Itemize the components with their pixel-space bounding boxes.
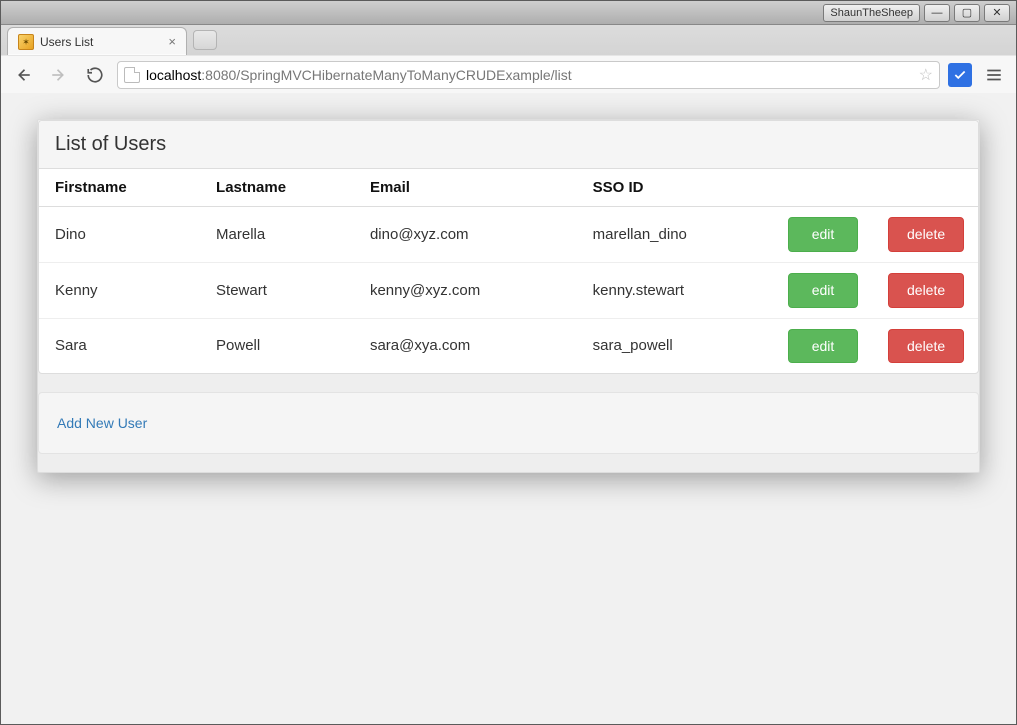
browser-chrome: ✶ Users List × localhost:8080/SpringMVCH…	[1, 25, 1016, 94]
page-viewport[interactable]: List of Users Firstname Lastname Email S…	[1, 93, 1016, 724]
address-bar[interactable]: localhost:8080/SpringMVCHibernateManyToM…	[117, 61, 940, 89]
col-email: Email	[360, 169, 583, 207]
cell-firstname: Sara	[39, 318, 206, 373]
bookmark-star-icon[interactable]: ☆	[919, 65, 933, 85]
window-minimize-button[interactable]: —	[924, 4, 950, 22]
cell-email: dino@xyz.com	[360, 207, 583, 263]
browser-menu-button[interactable]	[980, 61, 1008, 89]
table-row: Dino Marella dino@xyz.com marellan_dino …	[39, 207, 978, 263]
table-header-row: Firstname Lastname Email SSO ID	[39, 169, 978, 207]
arrow-left-icon	[14, 66, 32, 84]
window-maximize-button[interactable]: ▢	[954, 4, 980, 22]
col-sso: SSO ID	[583, 169, 778, 207]
col-delete	[878, 169, 978, 207]
reload-button[interactable]	[81, 61, 109, 89]
edit-button[interactable]: edit	[788, 329, 858, 364]
os-task-button[interactable]: ShaunTheSheep	[823, 4, 920, 22]
os-window: ShaunTheSheep — ▢ ✕ ✶ Users List ×	[0, 0, 1017, 725]
cell-lastname: Marella	[206, 207, 360, 263]
table-row: Kenny Stewart kenny@xyz.com kenny.stewar…	[39, 262, 978, 318]
edit-button[interactable]: edit	[788, 217, 858, 252]
url-text: localhost:8080/SpringMVCHibernateManyToM…	[146, 67, 913, 83]
users-table: Firstname Lastname Email SSO ID	[39, 169, 978, 373]
panel-heading: List of Users	[39, 121, 978, 169]
window-close-button[interactable]: ✕	[984, 4, 1010, 22]
os-titlebar: ShaunTheSheep — ▢ ✕	[1, 1, 1016, 25]
favicon-icon: ✶	[18, 34, 34, 50]
hamburger-icon	[985, 66, 1003, 84]
extension-button[interactable]	[948, 63, 972, 87]
content-container: List of Users Firstname Lastname Email S…	[37, 119, 980, 473]
cell-firstname: Kenny	[39, 262, 206, 318]
browser-tab[interactable]: ✶ Users List ×	[7, 27, 187, 55]
edit-button[interactable]: edit	[788, 273, 858, 308]
users-panel: List of Users Firstname Lastname Email S…	[38, 120, 979, 374]
cell-firstname: Dino	[39, 207, 206, 263]
delete-button[interactable]: delete	[888, 329, 964, 364]
delete-button[interactable]: delete	[888, 273, 964, 308]
url-host: localhost	[146, 67, 201, 83]
minimize-icon: —	[932, 7, 943, 19]
forward-button[interactable]	[45, 61, 73, 89]
browser-toolbar: localhost:8080/SpringMVCHibernateManyToM…	[1, 55, 1016, 93]
back-button[interactable]	[9, 61, 37, 89]
cell-email: sara@xya.com	[360, 318, 583, 373]
cell-email: kenny@xyz.com	[360, 262, 583, 318]
close-icon: ✕	[992, 6, 1001, 19]
col-firstname: Firstname	[39, 169, 206, 207]
url-path: :8080/SpringMVCHibernateManyToManyCRUDEx…	[201, 67, 571, 83]
add-user-link[interactable]: Add New User	[57, 415, 147, 431]
maximize-icon: ▢	[962, 6, 972, 19]
cell-lastname: Powell	[206, 318, 360, 373]
table-row: Sara Powell sara@xya.com sara_powell edi…	[39, 318, 978, 373]
cell-lastname: Stewart	[206, 262, 360, 318]
new-tab-button[interactable]	[193, 30, 217, 50]
arrow-right-icon	[50, 66, 68, 84]
cell-sso: marellan_dino	[583, 207, 778, 263]
col-lastname: Lastname	[206, 169, 360, 207]
reload-icon	[86, 66, 104, 84]
check-icon	[953, 68, 967, 82]
col-edit	[778, 169, 878, 207]
page-body: List of Users Firstname Lastname Email S…	[1, 93, 1016, 499]
delete-button[interactable]: delete	[888, 217, 964, 252]
tab-strip: ✶ Users List ×	[1, 25, 1016, 55]
cell-sso: kenny.stewart	[583, 262, 778, 318]
page-icon	[124, 67, 140, 83]
add-user-well: Add New User	[38, 392, 979, 454]
tab-close-icon[interactable]: ×	[168, 34, 176, 49]
cell-sso: sara_powell	[583, 318, 778, 373]
tab-title: Users List	[40, 35, 162, 49]
